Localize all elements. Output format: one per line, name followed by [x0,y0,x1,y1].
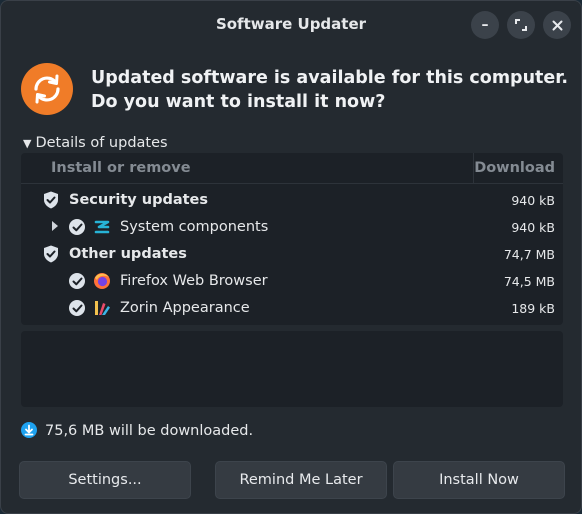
group-size: 940 kB [511,193,555,208]
group-row-security-updates[interactable]: Security updates 940 kB [21,187,563,214]
updates-tree[interactable]: Install or remove Download Security upda… [21,153,563,325]
update-refresh-icon [21,63,73,115]
update-header: Updated software is available for this c… [21,61,568,117]
close-button[interactable] [543,11,571,39]
update-row-system-components[interactable]: System components 940 kB [21,214,563,241]
column-download[interactable]: Download [474,160,555,176]
item-label: Firefox Web Browser [120,273,268,289]
close-icon [552,20,562,30]
column-install-or-remove[interactable]: Install or remove [51,160,191,176]
group-label: Security updates [69,192,209,208]
description-panel [21,331,563,407]
maximize-icon [515,19,527,31]
details-expander[interactable]: ▼ Details of updates [23,135,168,151]
item-check-icon[interactable] [69,273,85,289]
software-updater-window: Software Updater – Updated software is a… [0,0,582,514]
expand-arrow-icon[interactable] [52,221,58,231]
details-expander-label: Details of updates [35,135,168,151]
firefox-icon [94,273,110,289]
item-check-icon[interactable] [69,219,85,235]
item-label: System components [120,219,269,235]
group-check-icon[interactable] [43,191,59,209]
install-now-button[interactable]: Install Now [393,461,565,499]
download-info-text: 75,6 MB will be downloaded. [45,423,254,439]
group-check-icon[interactable] [43,245,59,263]
minimize-button[interactable]: – [471,11,499,39]
update-row-zorin-appearance[interactable]: Zorin Appearance 189 kB [21,295,563,322]
item-size: 189 kB [511,301,555,316]
zorin-appearance-icon [95,301,110,315]
maximize-button[interactable] [507,11,535,39]
tree-header: Install or remove Download [21,153,563,184]
settings-button[interactable]: Settings... [19,461,191,499]
minimize-icon: – [481,17,489,33]
update-row-firefox[interactable]: Firefox Web Browser 74,5 MB [21,268,563,295]
titlebar[interactable]: Software Updater – [1,1,581,47]
download-icon [21,422,37,438]
group-row-other-updates[interactable]: Other updates 74,7 MB [21,241,563,268]
download-info: 75,6 MB will be downloaded. [21,422,253,439]
item-size: 74,5 MB [503,274,555,289]
item-check-icon[interactable] [69,300,85,316]
remind-me-later-button[interactable]: Remind Me Later [215,461,387,499]
item-label: Zorin Appearance [120,300,250,316]
system-components-icon [94,220,110,234]
update-message: Updated software is available for this c… [91,68,569,112]
item-size: 940 kB [511,220,555,235]
expander-down-icon: ▼ [23,137,32,150]
group-label: Other updates [69,246,187,262]
group-size: 74,7 MB [503,247,555,262]
